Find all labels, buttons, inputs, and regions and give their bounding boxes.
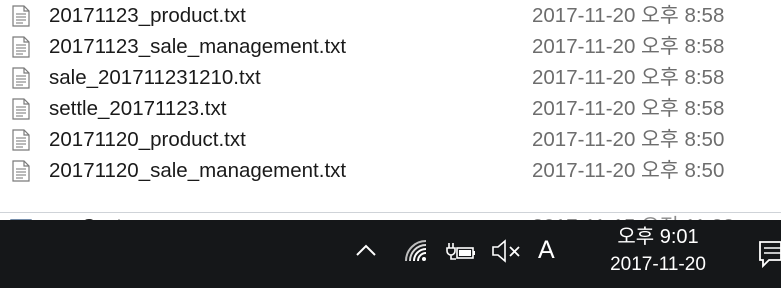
clock[interactable]: 오후 9:01 2017-11-20: [583, 224, 733, 284]
notification-icon[interactable]: [757, 234, 781, 274]
text-file-icon: [12, 67, 30, 89]
file-row[interactable]: 20171120_sale_management.txt 2017-11-20 …: [0, 155, 781, 186]
file-row[interactable]: settle_20171123.txt 2017-11-20 오후 8:58: [0, 93, 781, 124]
text-file-icon: [12, 5, 30, 27]
file-modified-date: 2017-11-20 오후 8:58: [532, 97, 725, 120]
file-name[interactable]: 20171123_sale_management.txt: [49, 31, 346, 62]
file-row[interactable]: 20171123_product.txt 2017-11-20 오후 8:58: [0, 0, 781, 31]
battery-icon[interactable]: [446, 238, 476, 264]
chevron-up-icon[interactable]: [353, 240, 379, 260]
file-modified-date: 2017-11-20 오후 8:50: [532, 159, 725, 182]
clock-date: 2017-11-20: [610, 254, 706, 275]
file-name[interactable]: sale_201711231210.txt: [49, 62, 261, 93]
file-modified-date: 2017-11-20 오후 8:58: [532, 66, 725, 89]
file-row[interactable]: sale_201711231210.txt 2017-11-20 오후 8:58: [0, 62, 781, 93]
text-file-icon: [12, 160, 30, 182]
text-file-icon: [12, 98, 30, 120]
wifi-icon[interactable]: [401, 236, 431, 266]
file-name[interactable]: 20171120_product.txt: [49, 124, 246, 155]
clock-time: 오후 9:01: [617, 226, 699, 248]
taskbar: A 오후 9:01 2017-11-20: [0, 220, 781, 288]
file-modified-date: 2017-11-20 오후 8:58: [532, 4, 725, 27]
file-name[interactable]: settle_20171123.txt: [49, 93, 226, 124]
file-name[interactable]: 20171120_sale_management.txt: [49, 155, 346, 186]
volume-muted-icon[interactable]: [490, 236, 524, 266]
file-modified-date: 2017-11-20 오후 8:50: [532, 128, 725, 151]
text-file-icon: [12, 129, 30, 151]
file-name[interactable]: 20171123_product.txt: [49, 0, 246, 31]
ime-indicator[interactable]: A: [538, 230, 555, 270]
file-row[interactable]: 20171120_product.txt 2017-11-20 오후 8:50: [0, 124, 781, 155]
text-file-icon: [12, 36, 30, 58]
file-row[interactable]: 20171123_sale_management.txt 2017-11-20 …: [0, 31, 781, 62]
file-modified-date: 2017-11-20 오후 8:58: [532, 35, 725, 58]
file-list: 20171123_product.txt 2017-11-20 오후 8:58 …: [0, 0, 781, 232]
